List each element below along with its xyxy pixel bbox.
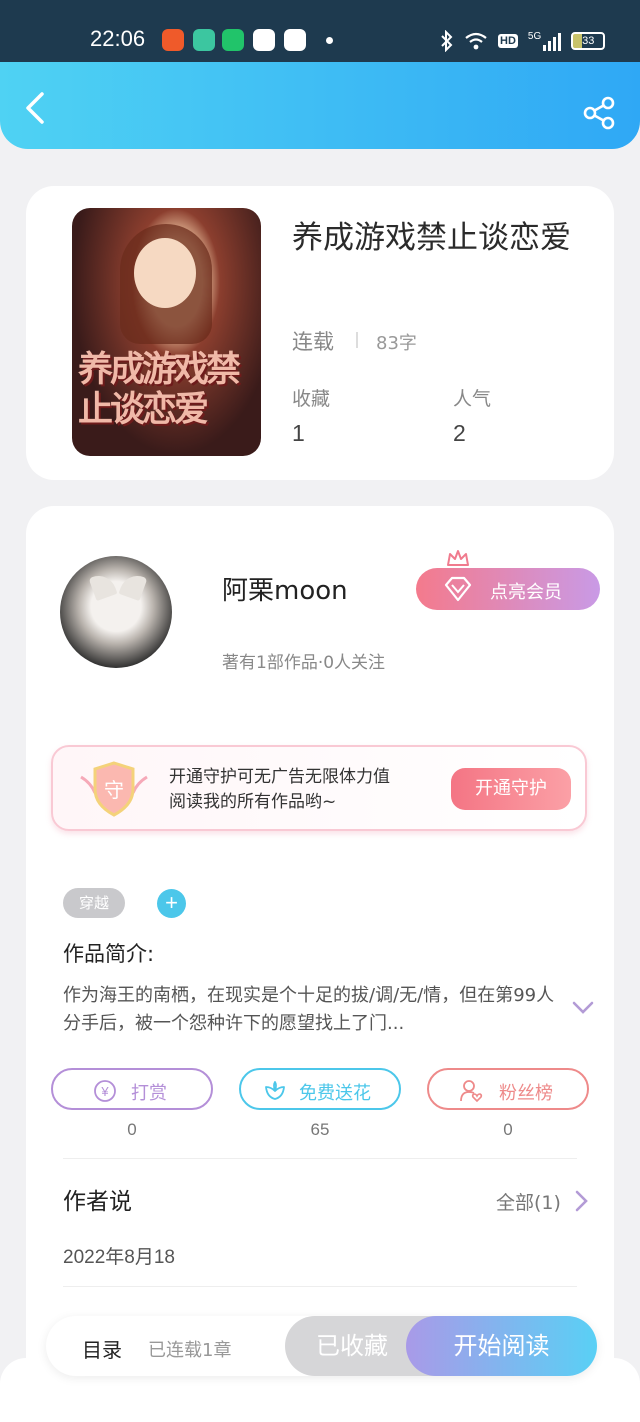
fan-ranking-button[interactable]: 粉丝榜 [427,1068,589,1110]
chevron-down-icon[interactable] [572,1000,594,1016]
share-icon[interactable] [582,96,616,130]
divider [63,1286,577,1287]
book-word-count: 83字 [376,333,417,354]
battery-icon: 33 [571,32,606,50]
favorites-count: 1 [292,420,305,446]
popularity-label: 人气 [453,388,492,410]
avatar[interactable] [60,556,172,668]
genre-tag[interactable]: 穿越 [63,888,125,918]
author-says-title: 作者说 [63,1189,132,1215]
user-heart-icon [460,1080,483,1103]
book-status: 连载 [292,330,334,354]
guard-promo-banner: 守 开通守护可无广告无限体力值 阅读我的所有作品哟~ 开通守护 [51,745,587,831]
intro-text: 作为海王的南栖，在现实是个十足的拔/调/无/情，但在第99人分手后，被一个怨种许… [63,985,555,1034]
vip-button[interactable]: 点亮会员 [416,568,600,610]
app-notification-icon [222,29,244,51]
bluetooth-icon [441,30,453,52]
chapter-count: 已连载1章 [148,1340,232,1361]
intro-title: 作品简介: [63,942,155,966]
bottom-action-bar: 目录 已连载1章 已收藏 开始阅读 [46,1316,597,1376]
cover-illustration-face [134,238,196,308]
chevron-right-icon[interactable] [574,1190,588,1212]
flower-icon [265,1081,285,1100]
table-of-contents-button[interactable]: 目录 [82,1334,122,1363]
status-time: 22:06 [90,26,146,51]
page-header [0,62,640,149]
author-says-date: 2022年8月18 [63,1247,175,1268]
signal-icon: 5G [528,31,562,51]
book-cover[interactable]: 养成游戏禁止谈恋爱 [72,208,261,456]
start-reading-button[interactable]: 开始阅读 [406,1316,597,1376]
reward-count: 0 [127,1120,137,1139]
author-name[interactable]: 阿栗moon [222,570,348,607]
more-notifications-dot [326,37,333,44]
popularity-count: 2 [453,420,466,446]
svg-text:¥: ¥ [100,1084,109,1099]
flower-count: 65 [310,1120,330,1139]
reward-button[interactable]: ¥ 打赏 [51,1068,213,1110]
shield-icon: 守 [80,761,148,817]
cover-title: 养成游戏禁止谈恋爱 [78,349,241,430]
chevron-left-icon[interactable] [22,92,48,124]
app-notification-icon [193,29,215,51]
guard-promo-text: 开通守护可无广告无限体力值 阅读我的所有作品哟~ [169,767,390,812]
wifi-icon [465,32,487,50]
hd-icon: HD [498,34,518,48]
author-card: 阿栗moon 著有1部作品·0人关注 点亮会员 守 开通守护可无广告无限体力值 … [26,506,614,1422]
divider [63,1158,577,1159]
vip-button-label: 点亮会员 [490,582,562,603]
book-title: 养成游戏禁止谈恋爱 [292,220,571,256]
app-notification-icon [162,29,184,51]
divider [356,332,358,348]
send-flower-button[interactable]: 免费送花 [239,1068,401,1110]
coin-icon: ¥ [94,1080,116,1102]
add-tag-button[interactable]: + [157,889,186,918]
open-guard-button[interactable]: 开通守护 [451,768,571,810]
app-notification-icon [253,29,275,51]
crown-icon [447,550,469,566]
system-icons: HD 5G 33 [440,28,606,54]
author-says-all-link[interactable]: 全部(1) [496,1188,561,1215]
diamond-icon [444,576,472,602]
author-meta: 著有1部作品·0人关注 [222,653,386,673]
fan-count: 0 [503,1120,513,1139]
app-notification-icon [284,29,306,51]
favorites-label: 收藏 [292,388,331,410]
svg-text:守: 守 [104,778,124,802]
book-info-card: 养成游戏禁止谈恋爱 养成游戏禁止谈恋爱 连载 83字 收藏 1 人气 2 [26,186,614,480]
